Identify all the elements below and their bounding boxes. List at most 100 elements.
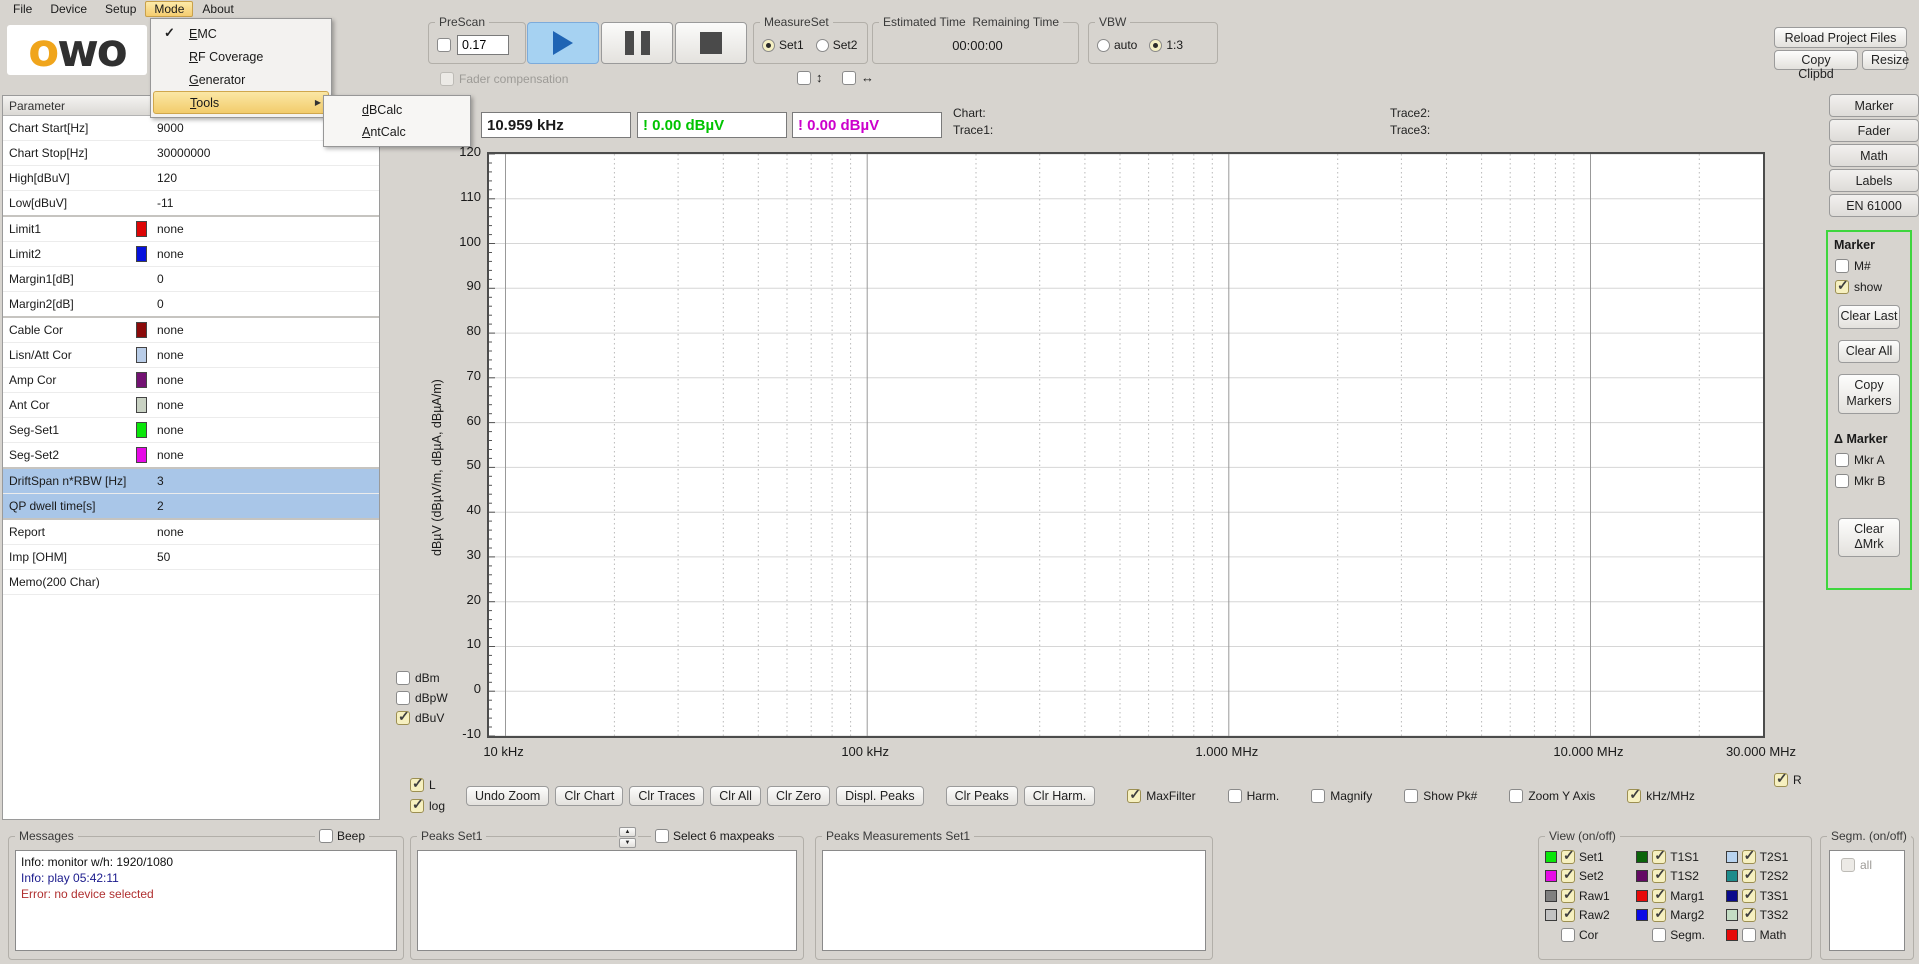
radio-1-3-button[interactable] — [1149, 39, 1162, 52]
view-checkbox-cor[interactable]: ✓ — [1561, 928, 1575, 942]
clr-harm-button[interactable]: Clr Harm. — [1024, 786, 1095, 806]
unit-toggle-dbpw[interactable]: ✓dBpW — [396, 691, 448, 705]
param-row-lisn-att-cor[interactable]: Lisn/Att Cornone — [3, 343, 379, 368]
param-row-report[interactable]: Reportnone — [3, 520, 379, 545]
radio-set1-button[interactable] — [762, 39, 775, 52]
param-row-amp-cor[interactable]: Amp Cornone — [3, 368, 379, 393]
param-value[interactable]: 0 — [150, 272, 379, 286]
tab-labels[interactable]: Labels — [1829, 169, 1919, 192]
menu-item-tools[interactable]: Tools▶ — [153, 91, 329, 114]
toggle-checkbox-magnify[interactable]: ✓ — [1311, 789, 1325, 803]
view-toggle-cor[interactable]: ✓Cor — [1545, 925, 1636, 945]
unit-toggle-dbuv[interactable]: ✓dBuV — [396, 711, 448, 725]
view-checkbox-t1s1[interactable]: ✓ — [1652, 850, 1666, 864]
fit-vertical-checkbox[interactable]: ✓ — [797, 71, 811, 85]
menu-file[interactable]: File — [4, 1, 41, 17]
radio-1-3[interactable]: 1:3 — [1149, 38, 1183, 52]
spinner-down-button[interactable]: ▼ — [619, 838, 636, 848]
param-row-qp-dwell-time-s[interactable]: QP dwell time[s]2 — [3, 494, 379, 520]
radio-auto-button[interactable] — [1097, 39, 1110, 52]
toggle-khz-mhz[interactable]: ✓kHz/MHz — [1627, 789, 1695, 803]
view-checkbox-segm[interactable]: ✓ — [1652, 928, 1666, 942]
menu-setup[interactable]: Setup — [96, 1, 145, 17]
pause-button[interactable] — [601, 22, 673, 64]
param-row-seg-set1[interactable]: Seg-Set1none — [3, 418, 379, 443]
view-toggle-raw1[interactable]: ✓Raw1 — [1545, 886, 1636, 906]
view-toggle-segm[interactable]: ✓Segm. — [1636, 925, 1725, 945]
menu-item-emc[interactable]: ✓EMC — [153, 22, 329, 45]
menu-mode[interactable]: Mode — [145, 1, 193, 17]
param-value[interactable]: 3 — [150, 474, 379, 488]
view-toggle-t2s2[interactable]: ✓T2S2 — [1726, 867, 1807, 887]
param-value[interactable]: none — [150, 398, 379, 412]
peaks-set1-list[interactable] — [417, 850, 797, 951]
param-value[interactable]: none — [150, 448, 379, 462]
menu-item-rf-coverage[interactable]: RF Coverage — [153, 45, 329, 68]
radio-set2[interactable]: Set2 — [816, 38, 858, 52]
param-value[interactable]: 120 — [150, 171, 379, 185]
toggle-checkbox-harm[interactable]: ✓ — [1228, 789, 1242, 803]
resize-button[interactable]: Resize — [1862, 50, 1907, 70]
unit-checkbox-dbm[interactable]: ✓ — [396, 671, 410, 685]
view-checkbox-t1s2[interactable]: ✓ — [1652, 869, 1666, 883]
view-checkbox-t2s1[interactable]: ✓ — [1742, 850, 1756, 864]
view-toggle-t1s2[interactable]: ✓T1S2 — [1636, 867, 1725, 887]
view-checkbox-t2s2[interactable]: ✓ — [1742, 869, 1756, 883]
stop-button[interactable] — [675, 22, 747, 64]
submenu-item-dbcalc[interactable]: dBCalc — [326, 99, 468, 121]
log-axis-toggle[interactable]: ✓ log — [410, 799, 445, 813]
radio-auto[interactable]: auto — [1097, 38, 1137, 52]
tab-math[interactable]: Math — [1829, 144, 1919, 167]
view-toggle-math[interactable]: ✓Math — [1726, 925, 1807, 945]
param-row-high-dbuv[interactable]: High[dBuV]120 — [3, 166, 379, 191]
view-checkbox-t3s1[interactable]: ✓ — [1742, 889, 1756, 903]
fit-horizontal-checkbox[interactable]: ✓ — [842, 71, 856, 85]
left-axis-checkbox[interactable]: ✓ — [410, 778, 424, 792]
param-value[interactable]: none — [150, 348, 379, 362]
view-toggle-t1s1[interactable]: ✓T1S1 — [1636, 847, 1725, 867]
param-row-imp-ohm[interactable]: Imp [OHM]50 — [3, 545, 379, 570]
param-row-memo-200-char[interactable]: Memo(200 Char) — [3, 570, 379, 595]
radio-set1[interactable]: Set1 — [762, 38, 804, 52]
clear-last-button[interactable]: Clear Last — [1838, 305, 1900, 329]
toggle-maxfilter[interactable]: ✓MaxFilter — [1127, 789, 1195, 803]
marker-toggle-mkr-a[interactable]: ✓Mkr A — [1835, 453, 1910, 467]
right-axis-toggle[interactable]: ✓ R — [1774, 773, 1802, 787]
play-button[interactable] — [527, 22, 599, 64]
toggle-checkbox-zoom-y-axis[interactable]: ✓ — [1509, 789, 1523, 803]
reload-project-files-button[interactable]: Reload Project Files — [1774, 27, 1907, 48]
param-value[interactable]: none — [150, 525, 379, 539]
peaks-measurements-list[interactable] — [822, 850, 1206, 951]
clr-chart-button[interactable]: Clr Chart — [555, 786, 623, 806]
menu-item-generator[interactable]: Generator — [153, 68, 329, 91]
clear-all-button[interactable]: Clear All — [1838, 340, 1900, 364]
tab-fader[interactable]: Fader — [1829, 119, 1919, 142]
view-checkbox-math[interactable]: ✓ — [1742, 928, 1756, 942]
view-toggle-t3s2[interactable]: ✓T3S2 — [1726, 906, 1807, 926]
marker-toggle-mkr-b[interactable]: ✓Mkr B — [1835, 474, 1910, 488]
select-maxpeaks-checkbox[interactable]: ✓ — [655, 829, 669, 843]
param-row-margin1-db[interactable]: Margin1[dB]0 — [3, 267, 379, 292]
param-value[interactable]: 0 — [150, 297, 379, 311]
param-value[interactable]: none — [150, 373, 379, 387]
toggle-checkbox-khz-mhz[interactable]: ✓ — [1627, 789, 1641, 803]
toggle-show-pk[interactable]: ✓Show Pk# — [1404, 789, 1477, 803]
undo-zoom-button[interactable]: Undo Zoom — [466, 786, 549, 806]
marker-checkbox-show[interactable]: ✓ — [1835, 280, 1849, 294]
prescan-input[interactable] — [457, 35, 509, 55]
param-row-ant-cor[interactable]: Ant Cornone — [3, 393, 379, 418]
toggle-magnify[interactable]: ✓Magnify — [1311, 789, 1372, 803]
log-axis-checkbox[interactable]: ✓ — [410, 799, 424, 813]
param-value[interactable]: 50 — [150, 550, 379, 564]
param-value[interactable]: -11 — [150, 196, 379, 210]
view-checkbox-marg2[interactable]: ✓ — [1652, 908, 1666, 922]
displ-peaks-button[interactable]: Displ. Peaks — [836, 786, 923, 806]
submenu-item-antcalc[interactable]: AntCalc — [326, 121, 468, 143]
spinner-up-button[interactable]: ▲ — [619, 827, 636, 837]
view-checkbox-set1[interactable]: ✓ — [1561, 850, 1575, 864]
param-value[interactable]: none — [150, 323, 379, 337]
param-row-driftspan-n-rbw-hz[interactable]: DriftSpan n*RBW [Hz]3 — [3, 469, 379, 494]
tab-marker[interactable]: Marker — [1829, 94, 1919, 117]
view-toggle-raw2[interactable]: ✓Raw2 — [1545, 906, 1636, 926]
clr-traces-button[interactable]: Clr Traces — [629, 786, 704, 806]
